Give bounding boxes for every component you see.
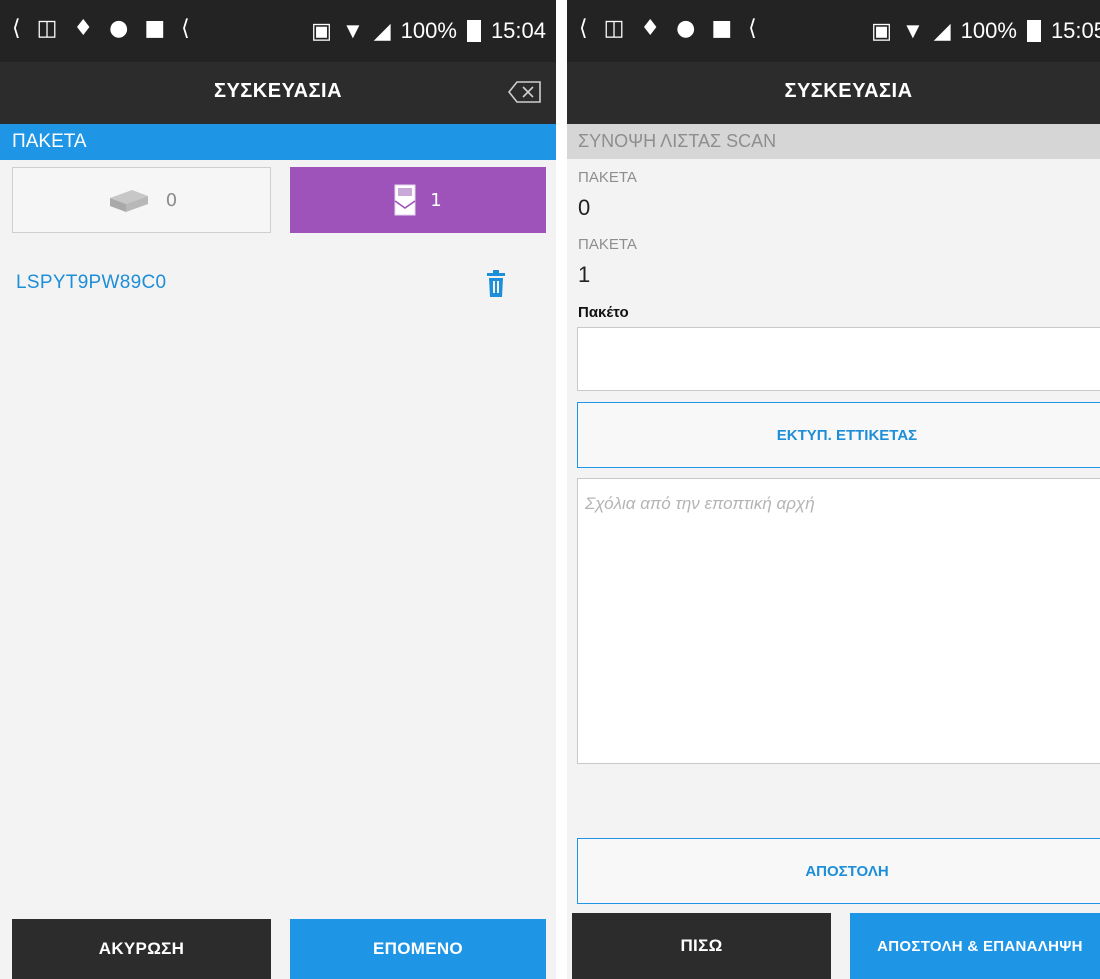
screen-packaging-list: ⟨ ◫ ♦ ● ■ ⟨ ▣ ▼ ◢ 100% 15:04 ΣΥΣΚΕΥΑΣΙΑ … — [0, 0, 556, 979]
clock: 15:04 — [490, 18, 546, 43]
field-label: ΠΑΚΕΤΑ — [578, 236, 637, 253]
wifi-icon: ▼ — [341, 18, 364, 43]
section-title: ΠΑΚΕΤΑ — [0, 124, 556, 160]
list-item: LSPYT9PW89C0 — [16, 270, 540, 304]
notification-icons: ⟨ ◫ ♦ ● ■ ⟨ — [579, 16, 757, 41]
battery-icon — [466, 20, 481, 42]
field-value: 1 — [578, 262, 591, 287]
cast-icon: ▣ — [311, 18, 332, 43]
field-value: 0 — [578, 195, 591, 220]
summary-title: ΣΥΝΟΨΗ ΛΙΣΤΑΣ SCAN — [567, 124, 1100, 159]
app-title: ΣΥΣΚΕΥΑΣΙΑ — [784, 80, 913, 102]
trash-icon[interactable] — [485, 270, 507, 298]
packet-icon — [394, 184, 416, 216]
battery-level: 100% — [400, 18, 457, 43]
tab-packets[interactable]: 1 — [290, 167, 546, 233]
status-bar: ⟨ ◫ ♦ ● ■ ⟨ ▣ ▼ ◢ 100% 15:05 — [567, 0, 1100, 62]
box-icon — [109, 190, 148, 212]
tab-boxes[interactable]: 0 — [12, 167, 271, 233]
packet-label: Πακέτο — [578, 304, 629, 321]
square-icon: ■ — [711, 16, 733, 41]
send-icon: ⟨ — [579, 16, 588, 41]
send-icon: ⟨ — [748, 16, 757, 41]
screen-scan-summary: ⟨ ◫ ♦ ● ■ ⟨ ▣ ▼ ◢ 100% 15:05 ΣΥΣΚΕΥΑΣΙΑ … — [567, 0, 1100, 979]
send-button[interactable]: ΑΠΟΣΤΟΛΗ — [577, 838, 1100, 904]
android-icon: ● — [676, 16, 696, 41]
status-right: ▣ ▼ ◢ 100% 15:05 — [871, 18, 1100, 44]
battery-level: 100% — [960, 18, 1017, 43]
no-sim-icon: ◢ — [933, 18, 951, 43]
back-button[interactable]: ΠΙΣΩ — [572, 913, 831, 979]
tab-count: 1 — [430, 189, 442, 211]
app-title: ΣΥΣΚΕΥΑΣΙΑ — [213, 80, 343, 102]
app-bar: ΣΥΣΚΕΥΑΣΙΑ — [567, 62, 1100, 124]
comments-textarea[interactable]: Σχόλια από την εποπτική αρχή — [577, 478, 1100, 764]
cast-icon: ▣ — [871, 18, 892, 43]
backspace-icon[interactable] — [508, 80, 542, 104]
send-icon: ⟨ — [12, 16, 21, 41]
scan-icon: ◫ — [603, 16, 625, 41]
print-label-button[interactable]: ΕΚΤΥΠ. ΕΤΤΙΚΕΤΑΣ — [577, 402, 1100, 468]
next-button[interactable]: ΕΠΟΜΕΝΟ — [290, 919, 546, 979]
tab-count: 0 — [165, 189, 178, 211]
send-and-repeat-button[interactable]: ΑΠΟΣΤΟΛΗ & ΕΠΑΝΑΛΗΨΗ — [850, 913, 1100, 979]
no-sim-icon: ◢ — [373, 18, 391, 43]
android-icon: ● — [109, 16, 129, 41]
item-code[interactable]: LSPYT9PW89C0 — [16, 272, 166, 294]
send-icon: ⟨ — [181, 16, 190, 41]
wifi-icon: ▼ — [901, 18, 924, 43]
cancel-button[interactable]: ΑΚΥΡΩΣΗ — [12, 919, 271, 979]
status-right: ▣ ▼ ◢ 100% 15:04 — [311, 18, 546, 44]
scan-icon: ◫ — [36, 16, 58, 41]
packet-input[interactable] — [577, 327, 1100, 391]
battery-icon — [1026, 20, 1041, 42]
app-icon: ♦ — [640, 16, 661, 41]
square-icon: ■ — [144, 16, 166, 41]
field-label: ΠΑΚΕΤΑ — [578, 169, 637, 186]
app-icon: ♦ — [73, 16, 94, 41]
status-bar: ⟨ ◫ ♦ ● ■ ⟨ ▣ ▼ ◢ 100% 15:04 — [0, 0, 556, 62]
notification-icons: ⟨ ◫ ♦ ● ■ ⟨ — [12, 16, 190, 41]
clock: 15:05 — [1050, 18, 1100, 43]
app-bar: ΣΥΣΚΕΥΑΣΙΑ — [0, 62, 556, 124]
